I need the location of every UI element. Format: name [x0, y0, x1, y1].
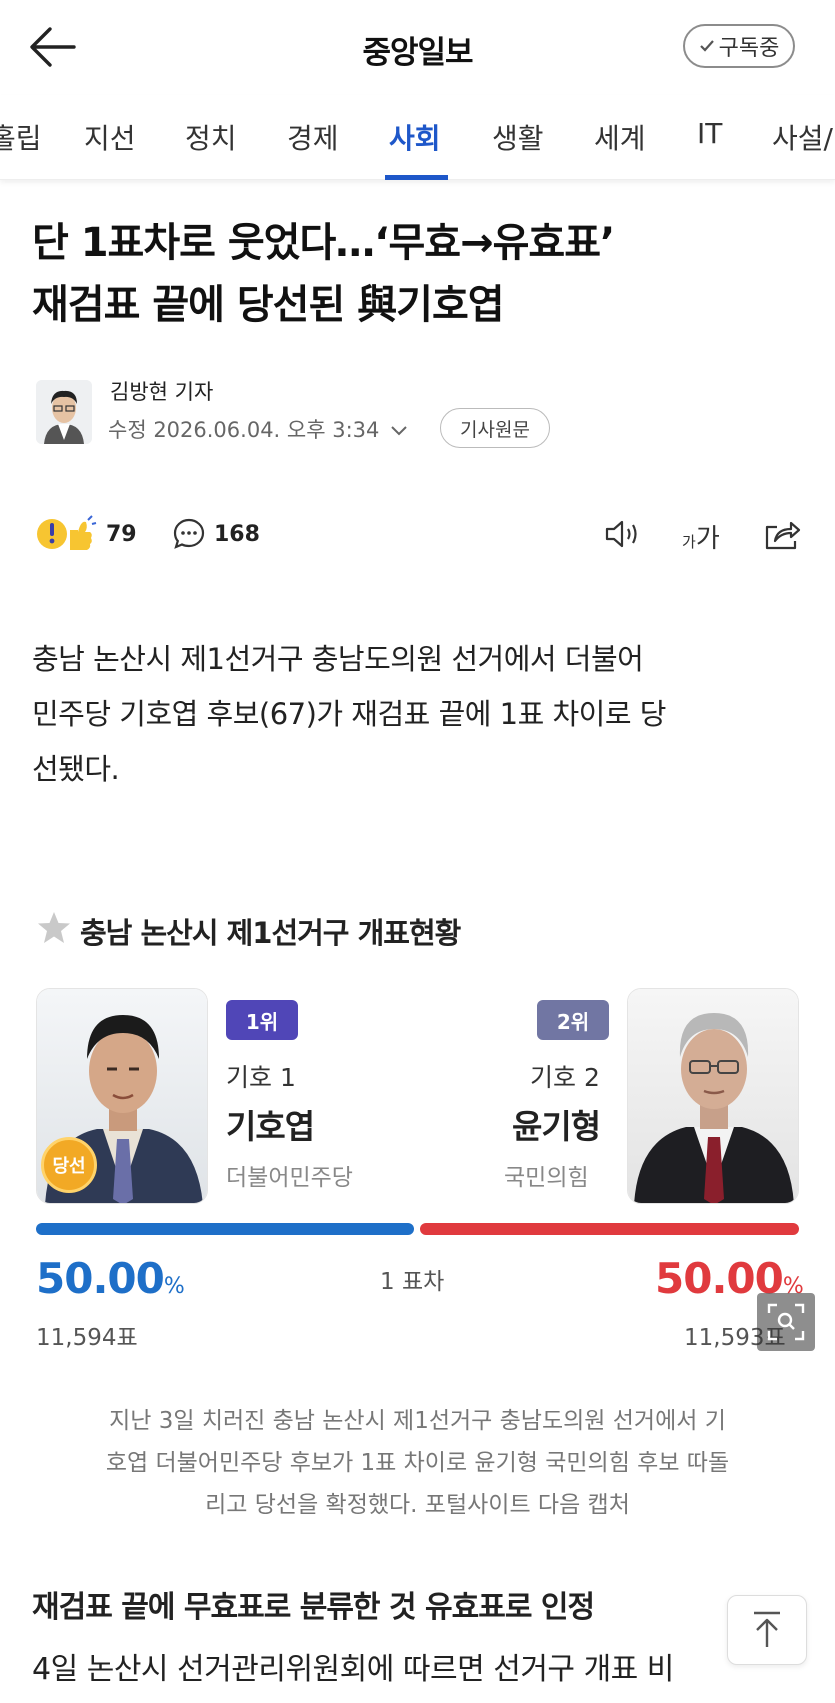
tab-world[interactable]: 세계 [594, 117, 646, 157]
headline-line: 단 1표차로 웃었다…‘무효→유효표’ [32, 220, 615, 266]
article-body-line: 4일 논산시 선거관리위원회에 따르면 선거구 개표 비 [32, 1652, 674, 1687]
speaker-icon [605, 520, 637, 548]
caption-line: 리고 당선을 확정했다. 포털사이트 다음 캡처 [205, 1492, 630, 1518]
tts-button[interactable] [603, 514, 643, 554]
reaction-emoji-icon [37, 515, 97, 550]
article-date[interactable]: 수정 2026.06.04. 오후 3:34 [108, 414, 408, 444]
candidate-1-percent: 50.00% [36, 1254, 185, 1303]
check-icon [699, 40, 714, 52]
arrow-up-icon [754, 1611, 780, 1647]
candidate-1-number: 기호 1 [226, 1063, 296, 1092]
comment-count: 168 [214, 521, 260, 547]
font-size-button[interactable]: 가가 [682, 518, 720, 555]
tab-economy[interactable]: 경제 [287, 117, 339, 157]
subscribe-button[interactable]: 구독중 [683, 24, 795, 68]
top-bar: 중앙일보 구독중 [0, 0, 835, 95]
comment-button[interactable]: 168 [172, 514, 260, 554]
active-tab-indicator [385, 175, 448, 180]
candidate-2-rank: 2위 [537, 1000, 609, 1040]
zoom-search-icon [767, 1303, 805, 1341]
image-caption: 지난 3일 치러진 충남 논산시 제1선거구 충남도의원 선거에서 기 호엽 더… [40, 1400, 795, 1526]
candidate-2-photo [627, 988, 799, 1204]
candidate-1-vote-bar [36, 1223, 414, 1235]
candidate-2-number: 기호 2 [530, 1063, 600, 1092]
candidate-2-vote-bar [420, 1223, 799, 1235]
author-avatar[interactable] [36, 380, 92, 444]
font-small-glyph: 가 [682, 533, 696, 551]
chevron-down-icon [391, 426, 407, 436]
tab-life[interactable]: 생활 [492, 117, 544, 157]
vote-difference: 1 표차 [380, 1269, 445, 1295]
tab-1[interactable]: 홀립 [0, 117, 42, 157]
candidate-2-name: 윤기형 [512, 1107, 601, 1146]
article-subheading: 재검표 끝에 무효표로 분류한 것 유효표로 인정 [32, 1590, 595, 1625]
tab-editorial[interactable]: 사설/ [772, 117, 833, 157]
candidate-1-photo: 당선 [36, 988, 208, 1204]
star-icon [38, 912, 70, 943]
headline-line: 재검표 끝에 당선된 與기호엽 [32, 282, 505, 328]
share-icon [765, 521, 801, 550]
candidate-1-name: 기호엽 [226, 1107, 315, 1146]
comment-bubble-icon [173, 518, 205, 549]
candidate-1-rank: 1위 [226, 1000, 298, 1040]
caption-line: 지난 3일 치러진 충남 논산시 제1선거구 충남도의원 선거에서 기 [109, 1408, 726, 1434]
original-article-button[interactable]: 기사원문 [440, 408, 550, 448]
date-text: 수정 2026.06.04. 오후 3:34 [108, 418, 380, 442]
scroll-to-top-button[interactable] [727, 1595, 807, 1665]
candidate-1-votes: 11,594표 [36, 1325, 138, 1351]
election-card-title: 충남 논산시 제1선거구 개표현황 [80, 916, 461, 950]
section-tabs: 홀립 지선 정치 경제 사회 생활 세계 IT 사설/ [0, 95, 835, 180]
author-name[interactable]: 김방현 기자 [110, 376, 213, 406]
candidate-1-party: 더불어민주당 [226, 1165, 353, 1191]
candidate-2-party: 국민의힘 [504, 1165, 589, 1191]
subscribe-label: 구독중 [718, 36, 780, 61]
article-headline: 단 1표차로 웃었다…‘무효→유효표’ 재검표 끝에 당선된 與기호엽 [32, 212, 812, 336]
tab-it[interactable]: IT [697, 117, 722, 150]
reaction-button[interactable]: 79 [36, 514, 137, 554]
article-lead: 충남 논산시 제1선거구 충남도의원 선거에서 더불어 민주당 기호엽 후보(6… [32, 632, 812, 797]
lead-line: 민주당 기호엽 후보(67)가 재검표 끝에 1표 차이로 당 [32, 697, 666, 731]
image-zoom-button[interactable] [757, 1293, 815, 1351]
font-large-glyph: 가 [695, 524, 720, 554]
caption-line: 호엽 더불어민주당 후보가 1표 차이로 윤기형 국민의힘 후보 따돌 [105, 1450, 730, 1476]
lead-line: 선됐다. [32, 752, 120, 786]
tab-jiseon[interactable]: 지선 [84, 117, 136, 157]
tab-politics[interactable]: 정치 [185, 117, 237, 157]
lead-line: 충남 논산시 제1선거구 충남도의원 선거에서 더불어 [32, 642, 644, 676]
tab-society[interactable]: 사회 [389, 117, 441, 157]
reaction-count: 79 [106, 521, 137, 547]
winner-badge: 당선 [41, 1137, 97, 1193]
share-button[interactable] [762, 514, 802, 554]
